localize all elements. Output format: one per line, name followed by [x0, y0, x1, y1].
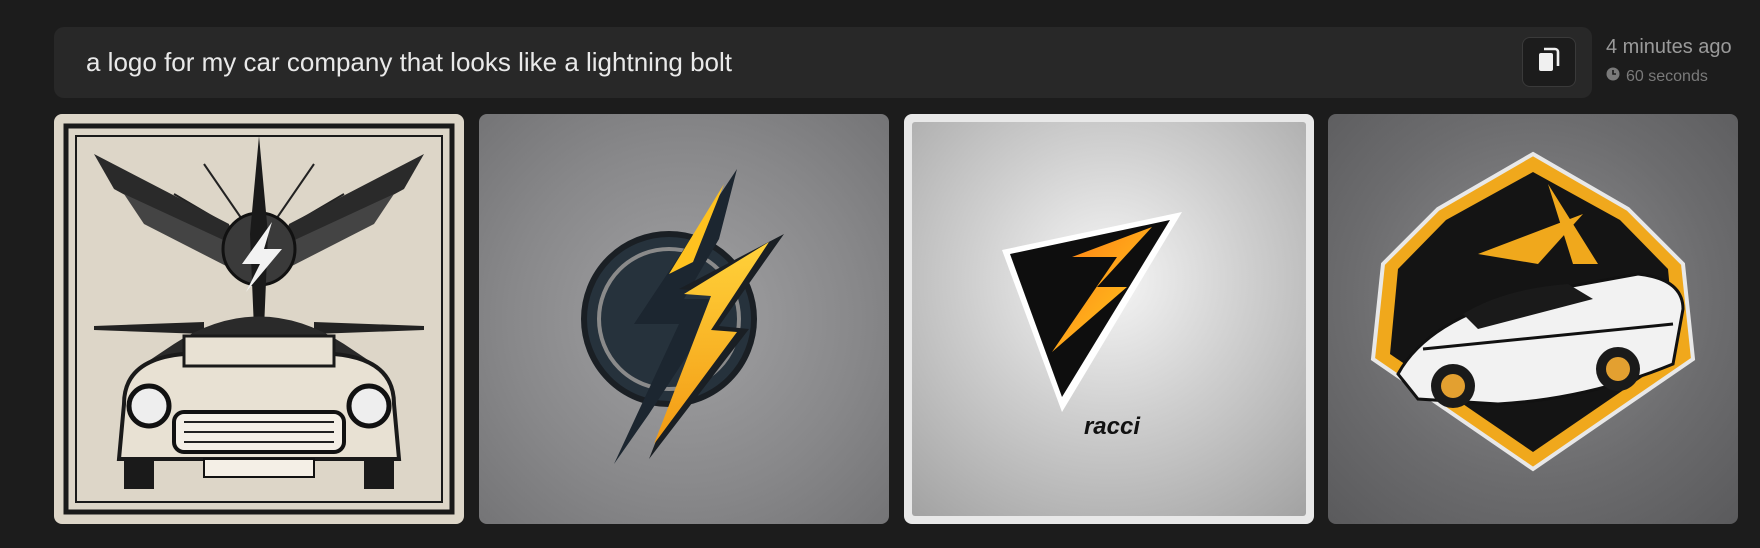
clock-icon: [1606, 67, 1620, 86]
generated-image-3[interactable]: racci: [904, 114, 1314, 524]
prompt-bar: a logo for my car company that looks lik…: [54, 27, 1592, 98]
logo-wordmark: racci: [1084, 413, 1141, 440]
generated-image-2[interactable]: [479, 114, 889, 524]
duration-label: 60 seconds: [1626, 67, 1708, 85]
generation-meta: 4 minutes ago 60 seconds: [1606, 36, 1732, 86]
generated-image-4[interactable]: [1328, 114, 1738, 524]
copy-icon: [1537, 47, 1561, 78]
duration: 60 seconds: [1606, 67, 1732, 86]
prompt-text: a logo for my car company that looks lik…: [86, 47, 733, 77]
timestamp: 4 minutes ago: [1606, 36, 1732, 58]
copy-button[interactable]: [1522, 37, 1576, 87]
generated-image-1[interactable]: [54, 114, 464, 524]
